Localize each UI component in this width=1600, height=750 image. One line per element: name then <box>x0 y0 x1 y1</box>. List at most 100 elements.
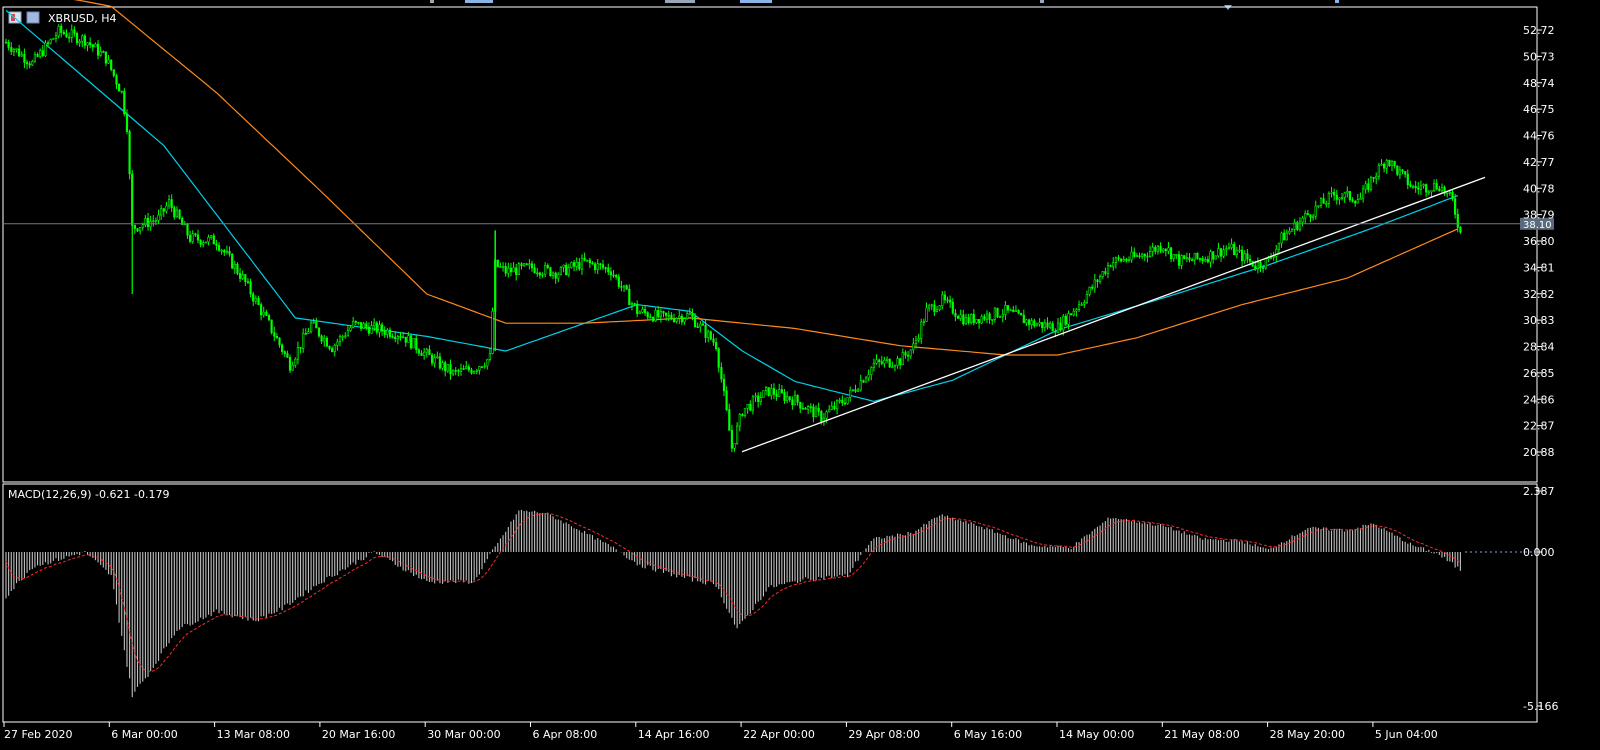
candle-body <box>980 316 983 324</box>
candle-body <box>1243 253 1246 262</box>
candle-body <box>914 339 918 345</box>
candle-body <box>830 405 833 410</box>
candle-body <box>622 285 626 288</box>
candle-body <box>1246 253 1249 260</box>
candle-body <box>859 380 862 391</box>
candle-body <box>1001 314 1004 318</box>
candle-body <box>557 274 560 279</box>
candle-body <box>1238 249 1241 252</box>
candle-body <box>467 366 471 371</box>
candle-body <box>86 42 89 46</box>
time-tick-label: 21 May 08:00 <box>1164 728 1239 741</box>
candle-body <box>1369 177 1373 190</box>
candle-body <box>917 338 920 341</box>
candle-body <box>125 113 129 132</box>
candle-body <box>1120 258 1123 262</box>
candle-body <box>977 319 981 324</box>
candle-body <box>880 361 883 364</box>
time-tick-label: 30 Mar 00:00 <box>427 728 500 741</box>
candle-body <box>1196 252 1199 259</box>
candle-body <box>588 259 591 264</box>
candle-body <box>483 365 486 368</box>
chart-svg[interactable]: XBRUSD, H4 MACD(12,26,9) -0.621 -0.179 3… <box>0 0 1600 746</box>
candle-body <box>157 214 160 221</box>
candle-body <box>194 233 197 236</box>
candle-body <box>81 35 84 42</box>
symbol-label: XBRUSD, H4 <box>48 12 117 25</box>
candle-body <box>286 353 289 358</box>
candle-body <box>807 406 810 410</box>
candle-body <box>28 63 31 66</box>
candle-body <box>162 208 165 212</box>
candle-body <box>433 357 436 364</box>
candle-body <box>270 319 273 333</box>
price-tick-label: 36.80 <box>1523 235 1555 248</box>
candle-body <box>909 349 912 357</box>
candle-body <box>1440 186 1444 192</box>
candle-body <box>583 257 586 261</box>
candle-body <box>767 387 770 396</box>
candle-body <box>115 75 118 85</box>
candle-body <box>1104 271 1107 274</box>
candle-body <box>1206 259 1209 263</box>
candle-body <box>1325 203 1328 205</box>
candle-body <box>1127 259 1131 262</box>
candle-body <box>357 321 360 324</box>
candle-body <box>559 266 562 275</box>
candle-body <box>1062 315 1065 331</box>
candle-body <box>1272 256 1275 258</box>
candle-body <box>985 313 989 320</box>
candle-body <box>399 335 402 338</box>
candle-body <box>257 298 260 305</box>
candle-body <box>1141 253 1144 257</box>
candle-body <box>344 335 347 338</box>
candle-body <box>62 32 65 35</box>
candle-body <box>207 237 210 243</box>
candle-body <box>809 406 812 408</box>
candle-body <box>1106 265 1110 274</box>
price-tick-label: 22.87 <box>1523 420 1555 433</box>
candle-body <box>1177 254 1181 266</box>
candle-body <box>967 316 970 323</box>
candle-body <box>1396 165 1399 175</box>
candle-body <box>472 370 476 374</box>
price-tick-label: 50.73 <box>1523 50 1555 63</box>
candle-body <box>804 407 807 410</box>
candle-body <box>1419 185 1422 190</box>
candle-body <box>872 362 875 368</box>
candle-body <box>330 348 334 353</box>
candle-body <box>233 263 236 269</box>
candle-body <box>1083 302 1086 305</box>
candle-body <box>833 405 836 410</box>
candle-body <box>520 263 523 267</box>
candle-body <box>373 322 376 326</box>
candle-body <box>1201 258 1204 262</box>
candle-body <box>17 48 21 57</box>
candle-body <box>278 337 281 346</box>
candle-body <box>1283 232 1286 241</box>
candle-body <box>725 390 728 410</box>
candle-body <box>838 399 841 402</box>
candle-body <box>825 411 828 419</box>
candle-body <box>843 402 847 405</box>
candle-body <box>846 397 849 405</box>
candle-body <box>538 272 541 276</box>
candle-body <box>604 267 607 270</box>
price-tick-label: 46.75 <box>1523 103 1555 116</box>
candle-body <box>993 307 996 320</box>
candle-body <box>864 377 868 383</box>
candle-body <box>394 336 397 340</box>
candle-body <box>696 326 699 329</box>
candle-body <box>91 44 94 48</box>
candle-body <box>118 84 121 92</box>
candle-body <box>1225 248 1228 251</box>
candle-body <box>1185 257 1188 260</box>
candle-body <box>549 267 552 276</box>
candle-body <box>436 356 439 359</box>
candle-body <box>567 267 570 276</box>
candle-body <box>210 235 213 238</box>
candle-body <box>112 69 115 76</box>
candle-body <box>701 323 704 326</box>
candle-body <box>202 242 205 245</box>
candle-body <box>36 54 39 57</box>
